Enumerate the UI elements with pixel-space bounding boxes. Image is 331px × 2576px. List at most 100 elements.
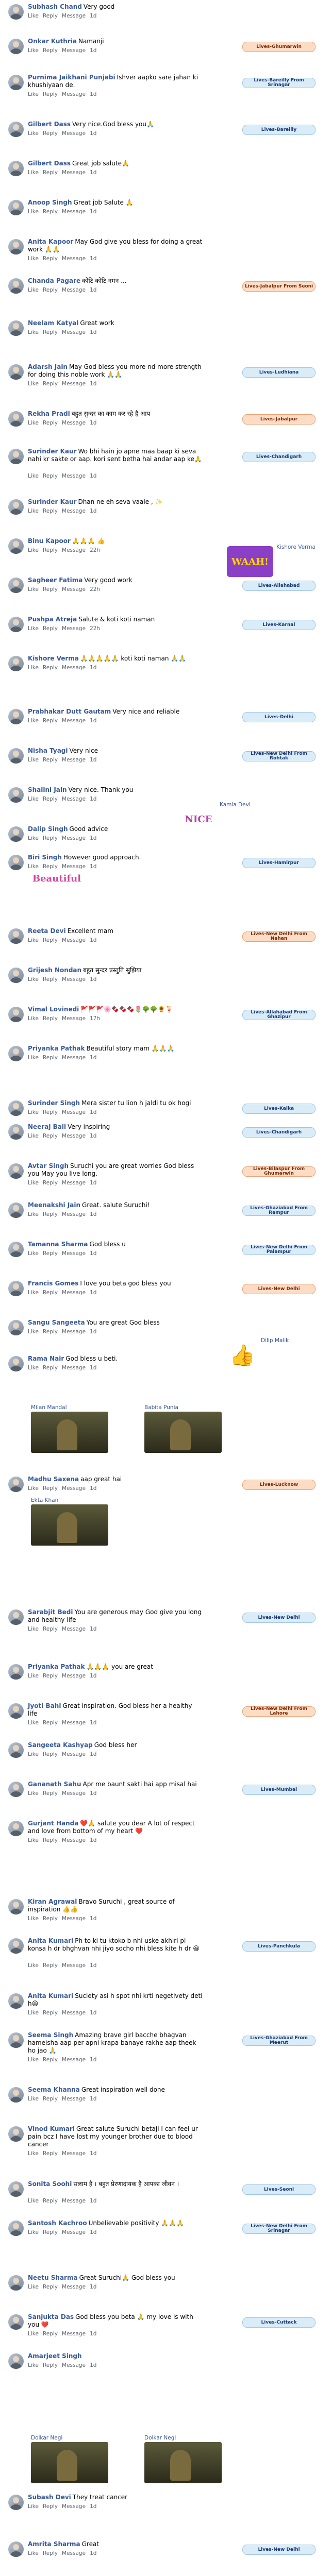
comment-author[interactable]: Subhash Chand — [28, 3, 82, 10]
reply-button[interactable]: Reply — [43, 1673, 58, 1679]
avatar[interactable] — [8, 1477, 24, 1492]
avatar[interactable] — [8, 239, 24, 255]
avatar[interactable] — [8, 1242, 24, 1257]
like-button[interactable]: Like — [28, 1626, 39, 1632]
comment-author[interactable]: Sangu Sangeeta — [28, 1319, 85, 1326]
message-button[interactable]: Message — [62, 665, 86, 671]
reply-button[interactable]: Reply — [43, 287, 58, 293]
comment-author[interactable]: Meenakshi Jain — [28, 1201, 80, 1209]
message-button[interactable]: Message — [62, 508, 86, 514]
avatar[interactable] — [8, 1100, 24, 1116]
avatar[interactable] — [8, 617, 24, 632]
message-button[interactable]: Message — [62, 256, 86, 262]
reply-button[interactable]: Reply — [43, 420, 58, 426]
message-button[interactable]: Message — [62, 1250, 86, 1257]
like-button[interactable]: Like — [28, 329, 39, 335]
avatar[interactable] — [8, 2181, 24, 2197]
like-button[interactable]: Like — [28, 473, 39, 479]
comment-author[interactable]: Madhu Saxena — [28, 1476, 79, 1483]
reply-button[interactable]: Reply — [43, 170, 58, 176]
avatar[interactable] — [8, 1742, 24, 1758]
reply-button[interactable]: Reply — [43, 1365, 58, 1371]
reply-button[interactable]: Reply — [43, 130, 58, 137]
avatar[interactable] — [8, 968, 24, 983]
reply-button[interactable]: Reply — [43, 2362, 58, 2368]
reply-button[interactable]: Reply — [43, 2057, 58, 2063]
comment-author[interactable]: Adarsh Jain — [28, 363, 68, 370]
like-button[interactable]: Like — [28, 256, 39, 262]
message-button[interactable]: Message — [62, 47, 86, 54]
reply-button[interactable]: Reply — [43, 329, 58, 335]
message-button[interactable]: Message — [62, 2229, 86, 2235]
reply-button[interactable]: Reply — [43, 2331, 58, 2337]
comment-author[interactable]: Sanjukta Das — [28, 2313, 74, 2320]
reply-button[interactable]: Reply — [43, 1720, 58, 1726]
like-button[interactable]: Like — [28, 2331, 39, 2337]
like-button[interactable]: Like — [28, 625, 39, 632]
like-button[interactable]: Like — [28, 1365, 39, 1371]
message-button[interactable]: Message — [62, 329, 86, 335]
reply-button[interactable]: Reply — [43, 1485, 58, 1492]
message-button[interactable]: Message — [62, 796, 86, 802]
reply-button[interactable]: Reply — [43, 2096, 58, 2102]
comment-author[interactable]: Santosh Kachroo — [28, 2219, 87, 2227]
avatar[interactable] — [8, 2275, 24, 2291]
message-button[interactable]: Message — [62, 937, 86, 943]
message-button[interactable]: Message — [62, 473, 86, 479]
like-button[interactable]: Like — [28, 1211, 39, 1217]
message-button[interactable]: Message — [62, 209, 86, 215]
like-button[interactable]: Like — [28, 1720, 39, 1726]
gif-author[interactable]: Dolkar Negi — [144, 2435, 176, 2441]
like-button[interactable]: Like — [28, 718, 39, 724]
like-button[interactable]: Like — [28, 796, 39, 802]
like-button[interactable]: Like — [28, 1109, 39, 1115]
avatar[interactable] — [8, 928, 24, 944]
comment-author[interactable]: Seema Khanna — [28, 2086, 80, 2093]
comment-author[interactable]: Reeta Devi — [28, 927, 66, 935]
comment-author[interactable]: Anita Kumari — [28, 1992, 73, 1999]
like-button[interactable]: Like — [28, 170, 39, 176]
comment-author[interactable]: Chanda Pagare — [28, 277, 80, 284]
comment-author[interactable]: Pushpa Atreja — [28, 616, 77, 623]
like-button[interactable]: Like — [28, 757, 39, 763]
reply-button[interactable]: Reply — [43, 586, 58, 592]
reply-button[interactable]: Reply — [43, 1180, 58, 1186]
like-button[interactable]: Like — [28, 508, 39, 514]
comment-author[interactable]: Vimal Lovinedi — [28, 1006, 79, 1013]
like-button[interactable]: Like — [28, 2198, 39, 2204]
message-button[interactable]: Message — [62, 1837, 86, 1843]
avatar[interactable] — [8, 1046, 24, 1061]
avatar[interactable] — [8, 1124, 24, 1140]
avatar[interactable] — [8, 2126, 24, 2142]
message-button[interactable]: Message — [62, 420, 86, 426]
avatar[interactable] — [8, 2495, 24, 2510]
reply-button[interactable]: Reply — [43, 1751, 58, 1757]
like-button[interactable]: Like — [28, 2150, 39, 2157]
like-button[interactable]: Like — [28, 1180, 39, 1186]
reply-button[interactable]: Reply — [43, 625, 58, 632]
comment-author[interactable]: Neetu Sharma — [28, 2274, 78, 2281]
reply-button[interactable]: Reply — [43, 718, 58, 724]
message-button[interactable]: Message — [62, 2284, 86, 2290]
avatar[interactable] — [8, 278, 24, 294]
sticker-author[interactable]: Kamla Devi — [220, 802, 251, 808]
reply-button[interactable]: Reply — [43, 13, 58, 19]
message-button[interactable]: Message — [62, 2550, 86, 2556]
message-button[interactable]: Message — [62, 2150, 86, 2157]
message-button[interactable]: Message — [62, 2010, 86, 2016]
like-button[interactable]: Like — [28, 1250, 39, 1257]
message-button[interactable]: Message — [62, 130, 86, 137]
avatar[interactable] — [8, 2221, 24, 2236]
comment-author[interactable]: Surinder Singh — [28, 1099, 80, 1107]
like-button[interactable]: Like — [28, 2010, 39, 2016]
comment-author[interactable]: Sarabjit Bedi — [28, 1608, 73, 1616]
comment-author[interactable]: Prabhakar Dutt Gautam — [28, 708, 111, 715]
comment-author[interactable]: Subash Devi — [28, 2494, 71, 2501]
comment-author[interactable]: Amarjeet Singh — [28, 2352, 82, 2360]
reply-button[interactable]: Reply — [43, 47, 58, 54]
message-button[interactable]: Message — [62, 1790, 86, 1797]
message-button[interactable]: Message — [62, 1485, 86, 1492]
like-button[interactable]: Like — [28, 209, 39, 215]
comment-author[interactable]: Avtar Singh — [28, 1162, 69, 1170]
message-button[interactable]: Message — [62, 2096, 86, 2102]
